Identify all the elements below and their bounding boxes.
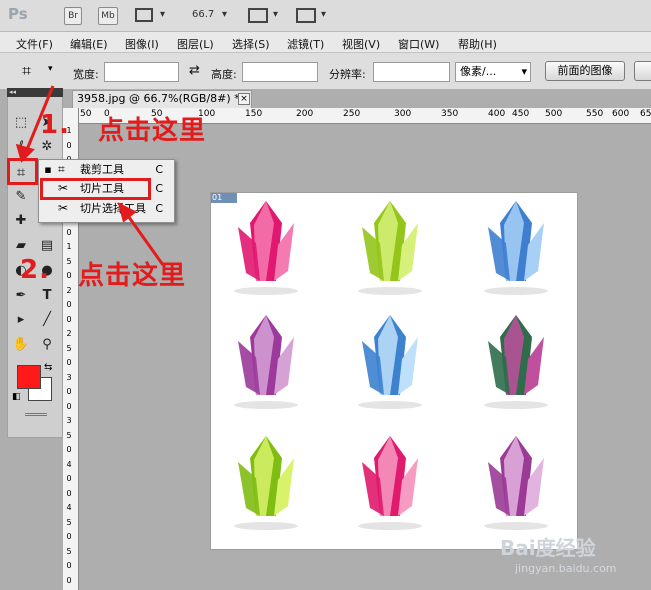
watermark-url: jingyan.baidu.com	[515, 562, 617, 575]
step-1-text: 点击这里	[98, 116, 207, 146]
arrow-2-head	[117, 202, 137, 223]
step-1-number: 1.	[40, 110, 70, 140]
arrow-1-head	[15, 143, 35, 163]
annotation-arrows	[15, 85, 165, 266]
step-2-number: 2.	[20, 255, 50, 285]
watermark-brand: Bai度经验	[500, 536, 596, 560]
step-2-text: 点击这里	[78, 261, 187, 291]
